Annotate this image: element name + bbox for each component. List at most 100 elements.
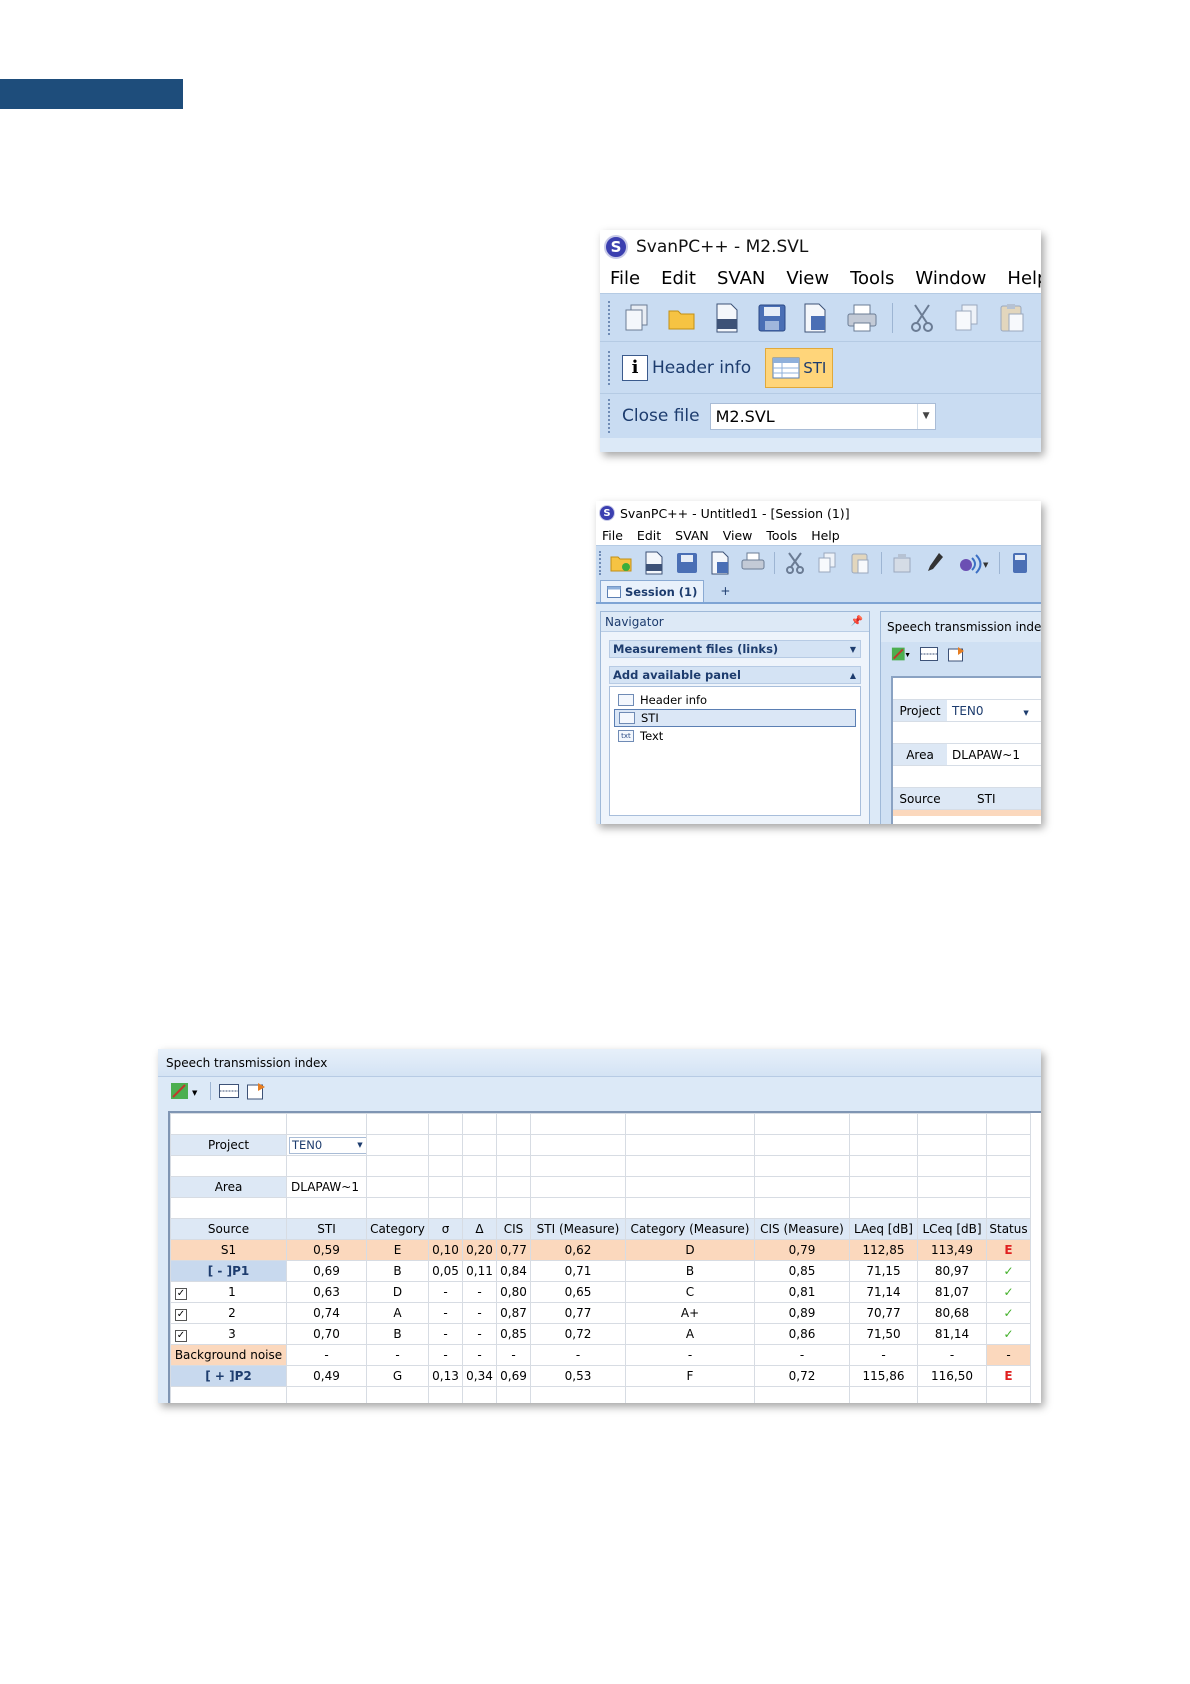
save-as-icon[interactable] [801,302,832,334]
menu-tools[interactable]: Tools [850,268,894,289]
instrument-icon[interactable] [890,551,914,575]
pin-icon[interactable]: 📌 [851,616,863,627]
calculator-icon[interactable] [1008,551,1032,575]
toolbar-grip[interactable] [608,399,612,433]
col-source[interactable]: Source [170,1218,287,1240]
add-tab-button[interactable]: + [720,584,730,598]
chevron-down-icon[interactable]: ▼ [1023,709,1028,717]
sti-button[interactable]: STI [765,347,834,388]
menu-window[interactable]: Window [915,268,986,289]
file-select[interactable]: M2.SVL ▼ [709,402,936,430]
session-icon [607,585,621,598]
tab-session[interactable]: Session (1) [600,580,705,602]
measurement-files-section[interactable]: Measurement files (links) ▼ [609,640,861,658]
col-status[interactable]: Status [986,1218,1031,1240]
col-sti[interactable]: STI [286,1218,367,1240]
col-sigma[interactable]: σ [428,1218,463,1240]
export-icon[interactable] [247,1081,267,1101]
cut-icon[interactable] [783,551,807,575]
table-row [170,1155,1031,1177]
col-category-measure[interactable]: Category (Measure) [625,1218,755,1240]
svp-file-icon[interactable] [711,302,742,334]
copy-icon[interactable] [951,302,982,334]
list-item-header-info[interactable]: Header info [614,691,856,709]
table-row[interactable]: S1 0,59 E 0,10 0,20 0,77 0,62 D 0,79 112… [170,1239,1031,1261]
area-value[interactable]: DLAPAW~1 [947,748,1020,762]
col-category[interactable]: Category [366,1218,429,1240]
table-cell: 81,07 [917,1281,987,1303]
chevron-up-icon[interactable]: ▲ [850,671,856,680]
print-icon[interactable] [846,302,878,334]
header-info-button[interactable]: i Header info [622,354,751,381]
svp-file-icon[interactable] [642,551,666,575]
area-row: Area DLAPAW~1 [893,744,1041,766]
menu-svan[interactable]: SVAN [717,268,765,289]
copy-icon[interactable] [816,551,840,575]
col-cis[interactable]: CIS [496,1218,531,1240]
group-toggle-p2[interactable]: [ + ]P2 [170,1365,287,1387]
col-lceq[interactable]: LCeq [dB] [917,1218,987,1240]
chevron-down-icon[interactable]: ▼ [916,403,935,429]
toolbar-grip[interactable] [608,350,612,385]
chart-settings-icon[interactable]: ▼ [891,644,911,664]
project-select[interactable]: TEN0 ▼ [289,1136,366,1154]
menu-view[interactable]: View [723,528,753,543]
table-row[interactable]: ✓ 3 0,70 B - - 0,85 0,72 A 0,86 71,50 81,… [170,1323,1031,1345]
table-row[interactable]: ✓ 2 0,74 A - - 0,87 0,77 A+ 0,89 70,77 80… [170,1302,1031,1324]
checkbox[interactable]: ✓ [175,1287,187,1300]
toolbar-separator [891,302,893,333]
columns-icon[interactable] [919,644,939,664]
menu-help[interactable]: Help [1007,268,1041,289]
menu-file[interactable]: File [602,528,623,543]
chart-settings-icon[interactable]: ▼ [170,1081,202,1101]
paste-icon[interactable] [848,551,872,575]
add-panel-section[interactable]: Add available panel ▲ [609,666,861,684]
menu-help[interactable]: Help [811,528,840,543]
table-row[interactable]: [ - ]P1 0,69 B 0,05 0,11 0,84 0,71 B 0,8… [170,1260,1031,1282]
menu-svan[interactable]: SVAN [675,528,709,543]
table-cell: 71,14 [849,1281,918,1303]
col-delta[interactable]: Δ [462,1218,497,1240]
chevron-down-icon[interactable]: ▼ [850,645,856,654]
list-item-text[interactable]: txt Text [614,727,856,745]
copy-files-icon[interactable] [622,302,653,334]
project-select[interactable]: TEN0 ▼ [947,704,1029,718]
menu-edit[interactable]: Edit [661,268,696,289]
toolbar-grip[interactable] [599,551,603,575]
menu-edit[interactable]: Edit [637,528,661,543]
project-cell[interactable]: TEN0 ▼ [286,1134,367,1156]
menu-tools[interactable]: Tools [766,528,797,543]
close-file-button[interactable]: Close file [622,406,700,426]
columns-icon[interactable] [219,1081,239,1101]
chevron-down-icon[interactable]: ▼ [354,1141,366,1149]
paste-icon[interactable] [996,302,1027,334]
checkbox[interactable]: ✓ [175,1329,187,1342]
area-value[interactable]: DLAPAW~1 [286,1176,367,1198]
col-laeq[interactable]: LAeq [dB] [849,1218,918,1240]
table-cell [849,1176,918,1198]
table-cell: - [462,1281,497,1303]
checkbox[interactable]: ✓ [175,1308,187,1321]
new-folder-icon[interactable] [609,551,633,575]
cut-icon[interactable] [907,302,938,334]
toolbar-grip[interactable] [608,300,612,335]
col-sti-measure[interactable]: STI (Measure) [530,1218,626,1240]
group-toggle-p1[interactable]: [ - ]P1 [170,1260,287,1282]
print-icon[interactable] [741,551,765,575]
save-icon[interactable] [675,551,699,575]
wireless-icon[interactable]: ▼ [956,551,990,575]
table-row[interactable]: [ + ]P2 0,49 G 0,13 0,34 0,69 0,53 F 0,7… [170,1365,1031,1387]
col-cis-measure[interactable]: CIS (Measure) [754,1218,850,1240]
table-row[interactable]: ✓ 1 0,63 D - - 0,80 0,65 C 0,81 71,14 81,… [170,1281,1031,1303]
menu-view[interactable]: View [786,268,829,289]
open-folder-icon[interactable] [667,302,698,334]
probe-icon[interactable] [923,551,947,575]
list-item-sti[interactable]: STI [614,709,856,727]
menu-file[interactable]: File [610,268,640,289]
save-icon[interactable] [756,302,787,334]
export-icon[interactable] [947,644,967,664]
save-as-icon[interactable] [708,551,732,575]
table-cell [428,1197,463,1219]
table-row[interactable]: Background noise - - - - - - - - - - - [170,1344,1031,1366]
title-bar: S SvanPC++ - Untitled1 - [Session (1)] [596,501,1041,525]
